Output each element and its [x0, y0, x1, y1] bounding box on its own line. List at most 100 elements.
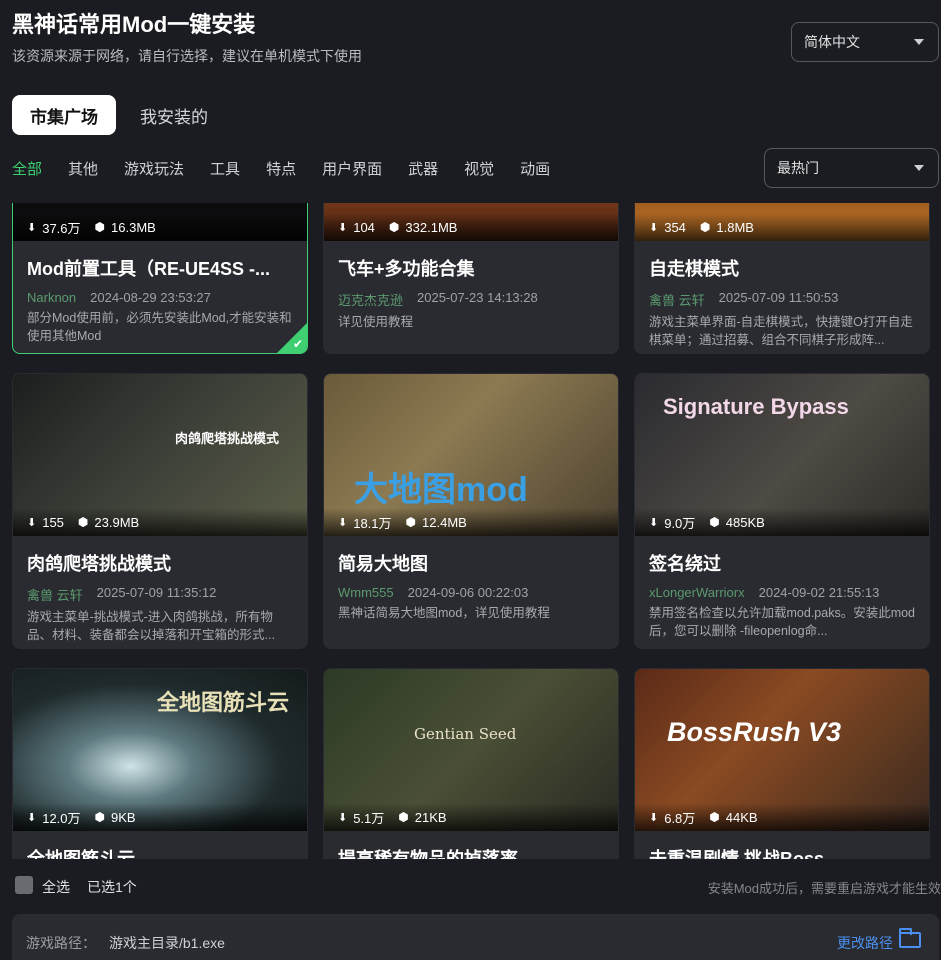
mod-thumbnail: ⬇ 354 ⬢ 1.8MB: [635, 203, 929, 241]
thumbnail-caption: Signature Bypass: [663, 394, 849, 419]
restart-notice: 安装Mod成功后，需要重启游戏才能生效: [707, 881, 941, 896]
download-icon: ⬇: [27, 516, 37, 529]
category-ui[interactable]: 用户界面: [322, 158, 382, 179]
package-icon: ⬢: [77, 515, 89, 529]
download-icon: ⬇: [27, 221, 37, 234]
mod-author: Wmm555: [338, 585, 394, 600]
download-count: 37.6万: [42, 220, 81, 236]
mod-title: 肉鸽爬塔挑战模式: [27, 554, 171, 574]
mod-title: 飞车+多功能合集: [338, 259, 475, 279]
mod-card[interactable]: BossRush V3 ⬇ 6.8万 ⬢ 44KB 未重温剧情 挑战Boss: [634, 668, 930, 859]
sort-select-value: 最热门: [777, 160, 819, 176]
mod-date: 2025-07-23 14:13:28: [417, 290, 538, 305]
package-icon: ⬢: [709, 810, 720, 824]
category-all[interactable]: 全部: [12, 158, 42, 179]
package-icon: ⬢: [405, 515, 417, 529]
mod-title: 简易大地图: [338, 554, 428, 574]
download-count: 18.1万: [353, 515, 392, 531]
mod-title: 自走棋模式: [649, 259, 739, 279]
language-select[interactable]: 简体中文: [791, 22, 939, 62]
mod-card[interactable]: ⬇ 104 ⬢ 332.1MB 飞车+多功能合集 迈克杰克逊 2025-07-23 1…: [323, 203, 619, 354]
mod-grid: ⬇ 37.6万 ⬢ 16.3MB Mod前置工具（RE-UE4SS -... Nar…: [0, 203, 941, 859]
mod-thumbnail: ⬇ 37.6万 ⬢ 16.3MB: [13, 203, 307, 241]
download-count: 9.0万: [664, 515, 696, 531]
category-tools[interactable]: 工具: [210, 158, 240, 179]
header: 黑神话常用Mod一键安装 该资源来源于网络，请自行选择，建议在单机模式下使用: [12, 10, 772, 66]
mod-author: xLongerWarriorx: [649, 585, 745, 600]
thumbnail-caption: 全地图筋斗云: [157, 690, 290, 715]
mod-date: 2024-09-06 00:22:03: [407, 585, 529, 600]
thumbnail-caption: 大地图mod: [354, 471, 528, 509]
mod-stats: ⬇ 12.0万 ⬢ 9KB: [13, 803, 307, 831]
mod-date: 2024-09-02 21:55:13: [758, 585, 880, 600]
mod-author: 禽兽 云轩: [649, 293, 705, 308]
mod-description: 禁用签名检查以允许加载mod.paks。安装此mod后，您可以删除 -fileo…: [649, 606, 915, 638]
selected-count: 已选1个: [87, 879, 137, 895]
package-icon: ⬢: [699, 220, 711, 234]
app-title: 黑神话常用Mod一键安装: [12, 12, 256, 37]
mod-card[interactable]: 全地图筋斗云 ⬇ 12.0万 ⬢ 9KB 全地图筋斗云: [12, 668, 308, 859]
category-gameplay[interactable]: 游戏玩法: [124, 158, 184, 179]
mod-card[interactable]: ⬇ 354 ⬢ 1.8MB 自走棋模式 禽兽 云轩 2025-07-09 11:50:…: [634, 203, 930, 354]
game-path-bar: 游戏路径： 游戏主目录/b1.exe 更改路径: [12, 914, 939, 960]
mod-description: 黑神话简易大地图mod，详见使用教程: [338, 606, 550, 620]
select-all-checkbox[interactable]: [15, 876, 33, 894]
thumbnail-caption: 肉鸽爬塔挑战模式: [175, 431, 280, 446]
download-count: 5.1万: [353, 810, 385, 826]
thumbnail-caption: Gentian Seed: [414, 725, 517, 743]
mod-stats: ⬇ 5.1万 ⬢ 21KB: [324, 803, 618, 831]
mod-description: 部分Mod使用前，必须先安装此Mod,才能安装和使用其他Mod: [27, 311, 292, 343]
game-path-value: 游戏主目录/b1.exe: [109, 935, 225, 951]
download-count: 6.8万: [664, 810, 696, 826]
mod-author: 禽兽 云轩: [27, 588, 83, 603]
mod-card[interactable]: ⬇ 37.6万 ⬢ 16.3MB Mod前置工具（RE-UE4SS -... Nar…: [12, 203, 308, 354]
file-size: 332.1MB: [405, 219, 458, 235]
download-icon: ⬇: [338, 516, 348, 529]
change-path-button[interactable]: 更改路径: [837, 933, 893, 953]
sort-select[interactable]: 最热门: [764, 148, 939, 188]
category-animation[interactable]: 动画: [520, 158, 550, 179]
package-icon: ⬢: [398, 810, 409, 824]
download-icon: ⬇: [649, 221, 659, 234]
package-icon: ⬢: [709, 515, 720, 529]
mod-title: 签名绕过: [649, 554, 721, 574]
category-visual[interactable]: 视觉: [464, 158, 494, 179]
file-size: 485KB: [725, 514, 765, 530]
mod-card[interactable]: Gentian Seed ⬇ 5.1万 ⬢ 21KB 提高稀有物品的掉落率: [323, 668, 619, 859]
mod-title: 提高稀有物品的掉落率: [338, 849, 518, 859]
mod-stats: ⬇ 354 ⬢ 1.8MB: [635, 213, 929, 241]
mod-thumbnail: 全地图筋斗云 ⬇ 12.0万 ⬢ 9KB: [13, 669, 307, 831]
download-count: 12.0万: [42, 810, 81, 826]
mod-thumbnail: 大地图mod ⬇ 18.1万 ⬢ 12.4MB: [324, 374, 618, 536]
download-count: 155: [42, 514, 64, 530]
mod-stats: ⬇ 37.6万 ⬢ 16.3MB: [13, 213, 307, 241]
category-features[interactable]: 特点: [266, 158, 296, 179]
mod-stats: ⬇ 9.0万 ⬢ 485KB: [635, 508, 929, 536]
folder-icon[interactable]: [899, 928, 921, 948]
mod-stats: ⬇ 104 ⬢ 332.1MB: [324, 213, 618, 241]
download-icon: ⬇: [649, 516, 659, 529]
mod-card[interactable]: 大地图mod ⬇ 18.1万 ⬢ 12.4MB 简易大地图 Wmm555 2024-0…: [323, 373, 619, 649]
category-other[interactable]: 其他: [68, 158, 98, 179]
check-icon: ✔: [292, 337, 303, 351]
mod-thumbnail: Gentian Seed ⬇ 5.1万 ⬢ 21KB: [324, 669, 618, 831]
package-icon: ⬢: [388, 220, 400, 234]
file-size: 23.9MB: [94, 514, 140, 530]
category-weapons[interactable]: 武器: [408, 158, 438, 179]
mod-title: 全地图筋斗云: [27, 849, 135, 859]
main-tabs: 市集广场 我安装的: [12, 95, 214, 135]
mod-card[interactable]: 肉鸽爬塔挑战模式 ⬇ 155 ⬢ 23.9MB 肉鸽爬塔挑战模式 禽兽 云轩 2025…: [12, 373, 308, 649]
thumbnail-caption: BossRush V3: [667, 717, 842, 747]
mod-description: 详见使用教程: [338, 315, 414, 329]
tab-market[interactable]: 市集广场: [12, 95, 116, 135]
mod-description: 游戏主菜单-挑战模式-进入肉鸽挑战，所有物品、材料、装备都会以掉落和开宝箱的形式…: [27, 610, 275, 642]
mod-card[interactable]: Signature Bypass ⬇ 9.0万 ⬢ 485KB 签名绕过 xLong…: [634, 373, 930, 649]
mod-date: 2025-07-09 11:50:53: [718, 290, 839, 305]
select-all-label[interactable]: 全选: [42, 877, 70, 897]
file-size: 9KB: [111, 809, 136, 825]
game-path-label: 游戏路径：: [26, 935, 96, 951]
mod-author: 迈克杰克逊: [338, 293, 404, 308]
tab-installed[interactable]: 我安装的: [134, 95, 214, 135]
mod-stats: ⬇ 18.1万 ⬢ 12.4MB: [324, 508, 618, 536]
package-icon: ⬢: [94, 810, 106, 824]
